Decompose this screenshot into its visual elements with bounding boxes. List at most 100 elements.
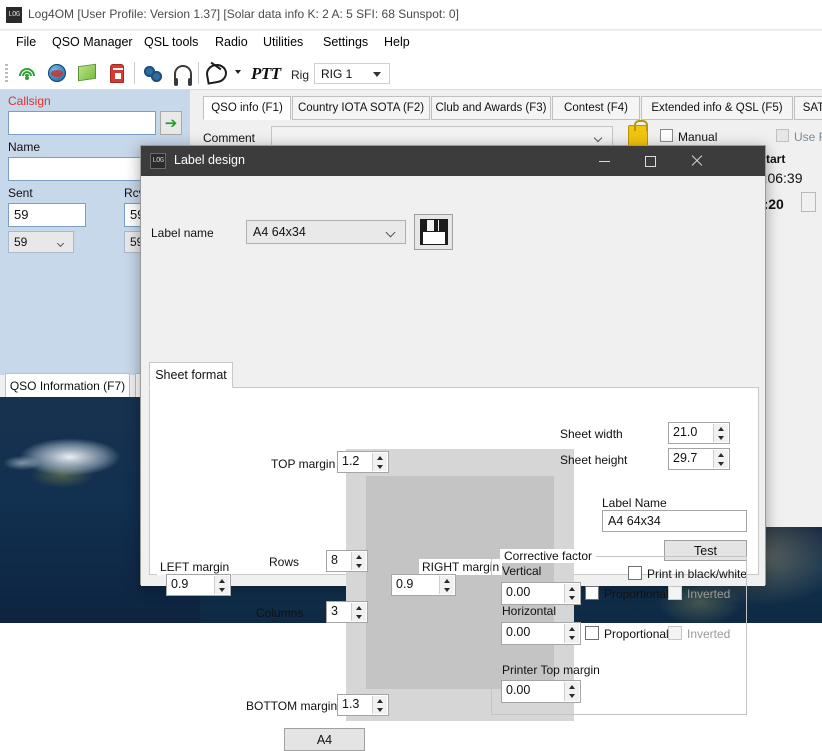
headset-icon[interactable] xyxy=(170,60,196,86)
menu-file[interactable]: File xyxy=(16,35,36,49)
close-icon xyxy=(690,155,702,167)
signal-icon[interactable] xyxy=(14,60,40,86)
app-title: Log4OM [User Profile: Version 1.37] [Sol… xyxy=(28,7,459,21)
tab-country-iota[interactable]: Country IOTA SOTA (F2) xyxy=(292,96,430,120)
printer-top-margin-label: Printer Top margin xyxy=(502,663,600,677)
tab-qso-info[interactable]: QSO info (F1) xyxy=(203,96,291,120)
printer-top-margin-stepper[interactable]: 0.00 xyxy=(501,680,581,703)
app-menubar: File QSO Manager QSL tools Radio Utiliti… xyxy=(0,31,822,56)
duration-stepper[interactable] xyxy=(801,192,816,212)
subtab-qso-information[interactable]: QSO Information (F7) xyxy=(5,373,130,398)
vertical-proportional-label: Proportional xyxy=(604,587,669,601)
sent-select-value: 59 xyxy=(14,235,27,249)
horizontal-proportional-checkbox[interactable] xyxy=(585,626,599,640)
horizontal-correction-value: 0.00 xyxy=(506,625,530,639)
sent-select[interactable]: 59 xyxy=(8,231,74,253)
close-button[interactable] xyxy=(673,146,719,176)
minimize-icon xyxy=(599,161,610,162)
gears-icon[interactable] xyxy=(140,60,166,86)
chevron-down-icon xyxy=(58,241,66,246)
menu-radio[interactable]: Radio xyxy=(215,35,248,49)
vertical-proportional-checkbox[interactable] xyxy=(585,586,599,600)
sheet-height-value: 29.7 xyxy=(673,451,697,465)
rig-select-value: RIG 1 xyxy=(321,67,352,81)
use-real-end-checkbox[interactable] xyxy=(776,129,789,142)
log4om-icon: LOG xyxy=(6,7,22,23)
top-margin-value: 1.2 xyxy=(342,454,359,468)
arrow-right-icon: ➔ xyxy=(165,116,178,131)
right-margin-label: RIGHT margin xyxy=(419,559,502,575)
menu-utilities[interactable]: Utilities xyxy=(263,35,303,49)
tab-club-awards[interactable]: Club and Awards (F3) xyxy=(431,96,551,120)
vertical-correction-stepper[interactable]: 0.00 xyxy=(501,582,581,605)
tab-sheet-format[interactable]: Sheet format xyxy=(149,362,233,388)
label-name-field[interactable]: A4 64x34 xyxy=(602,510,747,532)
sheet-height-label: Sheet height xyxy=(560,453,627,467)
label-name-select[interactable]: A4 64x34 xyxy=(246,220,406,244)
vertical-correction-value: 0.00 xyxy=(506,585,530,599)
rig-select[interactable]: RIG 1 xyxy=(314,63,390,84)
top-margin-stepper[interactable]: 1.2 xyxy=(337,451,389,473)
chevron-down-icon xyxy=(373,72,381,77)
satellite-dish-icon[interactable] xyxy=(203,60,229,86)
save-label-button[interactable] xyxy=(414,214,453,250)
bottom-margin-label: BOTTOM margin xyxy=(243,698,340,714)
maximize-icon xyxy=(645,156,656,167)
sheet-width-stepper[interactable]: 21.0 xyxy=(668,422,730,444)
left-margin-label: LEFT margin xyxy=(157,559,232,575)
label-name-field-value: A4 64x34 xyxy=(608,514,661,528)
callsign-lookup-button[interactable]: ➔ xyxy=(160,111,182,135)
horizontal-inverted-checkbox[interactable] xyxy=(668,626,682,640)
tab-contest[interactable]: Contest (F4) xyxy=(552,96,640,120)
top-margin-label: TOP margin xyxy=(268,456,338,472)
maximize-button[interactable] xyxy=(627,146,673,176)
sent-label: Sent xyxy=(8,186,33,200)
callsign-input[interactable] xyxy=(8,111,156,135)
preset-a4-button[interactable]: A4 xyxy=(284,728,365,751)
horizontal-inverted-label: Inverted xyxy=(687,627,730,641)
label-design-dialog: LOG Label design Label name A4 64x34 She… xyxy=(140,145,766,585)
app-toolbar: PTT Rig RIG 1 xyxy=(0,56,822,90)
sheet-width-label: Sheet width xyxy=(560,427,623,441)
logbook-icon[interactable] xyxy=(74,60,100,86)
tab-sat-pro[interactable]: SAT/Pro xyxy=(794,96,822,120)
menu-qso-manager[interactable]: QSO Manager xyxy=(52,35,133,49)
rows-stepper[interactable]: 8 xyxy=(326,550,368,572)
dialog-titlebar: LOG Label design xyxy=(141,146,765,176)
manual-time-checkbox[interactable] xyxy=(660,129,673,142)
tab-extended-qsl[interactable]: Extended info & QSL (F5) xyxy=(641,96,793,120)
bottom-margin-stepper[interactable]: 1.3 xyxy=(337,694,389,716)
sent-input[interactable]: 59 xyxy=(8,203,86,227)
use-real-end-label: Use Real en xyxy=(794,130,822,144)
mailbox-icon[interactable] xyxy=(104,60,130,86)
horizontal-correction-stepper[interactable]: 0.00 xyxy=(501,622,581,645)
floppy-disk-icon xyxy=(420,219,448,245)
chevron-down-icon xyxy=(387,229,396,234)
callsign-label: Callsign xyxy=(8,94,51,108)
label-name-select-value: A4 64x34 xyxy=(253,225,306,239)
comment-select[interactable] xyxy=(271,126,613,147)
globe-icon[interactable] xyxy=(44,60,70,86)
printer-top-margin-value: 0.00 xyxy=(506,683,530,697)
log4om-icon: LOG xyxy=(150,153,166,169)
vertical-inverted-checkbox[interactable] xyxy=(668,586,682,600)
rows-label: Rows xyxy=(269,555,299,569)
right-margin-stepper[interactable]: 0.9 xyxy=(391,574,456,596)
horizontal-proportional-label: Proportional xyxy=(604,627,669,641)
toolbar-separator-1 xyxy=(134,62,135,84)
chevron-down-icon[interactable] xyxy=(235,70,241,74)
toolbar-separator-2 xyxy=(198,62,199,84)
menu-settings[interactable]: Settings xyxy=(323,35,368,49)
label-name-label: Label name xyxy=(151,226,214,240)
sheet-height-stepper[interactable]: 29.7 xyxy=(668,448,730,470)
bottom-margin-value: 1.3 xyxy=(342,697,359,711)
menu-help[interactable]: Help xyxy=(384,35,410,49)
toolbar-grip[interactable] xyxy=(5,64,8,82)
dialog-title: Label design xyxy=(174,153,245,167)
left-margin-stepper[interactable]: 0.9 xyxy=(166,574,231,596)
columns-stepper[interactable]: 3 xyxy=(326,601,368,623)
minimize-button[interactable] xyxy=(581,146,627,176)
dialog-body: Label name A4 64x34 Sheet format TOP mar… xyxy=(141,176,765,586)
ptt-button[interactable]: PTT xyxy=(251,64,281,84)
menu-qsl-tools[interactable]: QSL tools xyxy=(144,35,198,49)
